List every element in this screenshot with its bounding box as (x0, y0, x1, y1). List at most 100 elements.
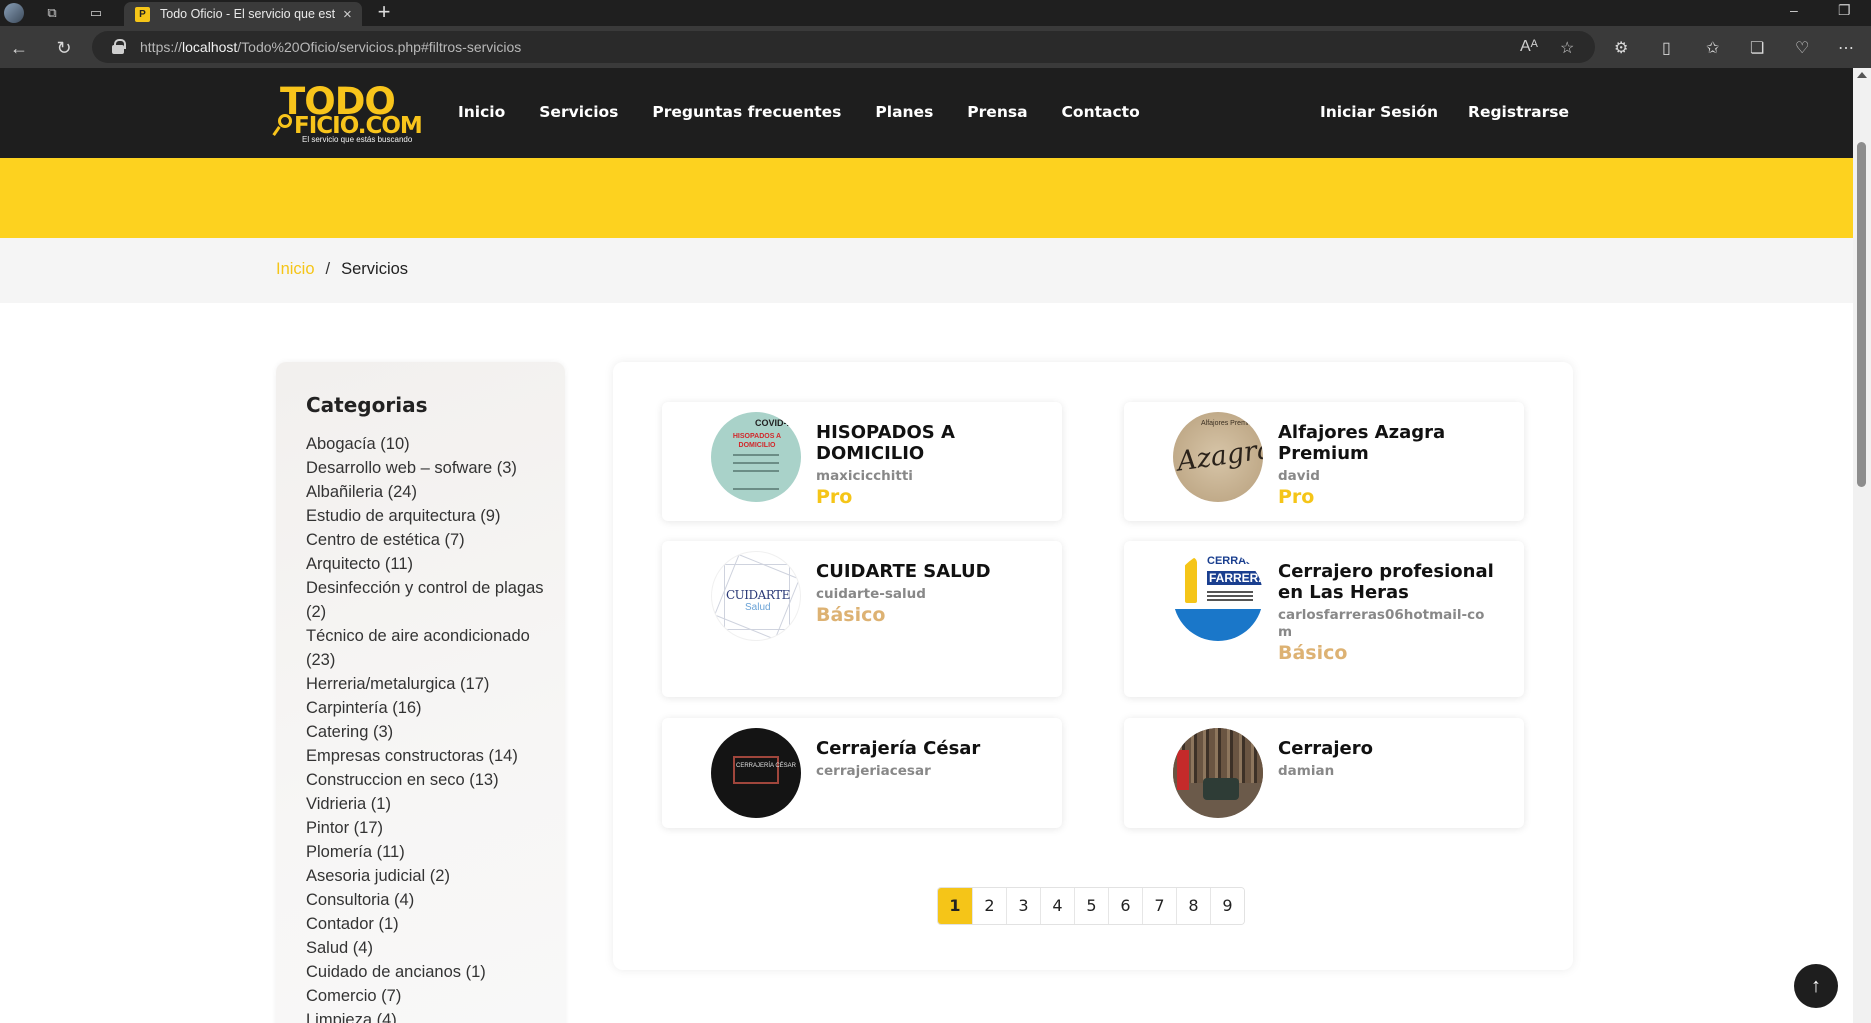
login-link[interactable]: Iniciar Sesión (1320, 103, 1438, 121)
nav-planes[interactable]: Planes (875, 103, 933, 121)
read-aloud-icon[interactable]: Aᴬ (1520, 38, 1538, 56)
category-item[interactable]: Técnico de aire acondicionado (23) (306, 624, 546, 672)
page-button[interactable]: 5 (1074, 888, 1108, 924)
service-user: cuidarte-salud (816, 586, 926, 602)
minimize-icon[interactable]: – (1790, 2, 1798, 18)
restore-icon[interactable]: ❐ (1838, 2, 1851, 19)
service-plan-badge: Básico (1278, 642, 1348, 664)
category-item[interactable]: Pintor (17) (306, 816, 546, 840)
nav-preguntas-frecuentes[interactable]: Preguntas frecuentes (652, 103, 841, 121)
page-button[interactable]: 2 (972, 888, 1006, 924)
service-title[interactable]: Alfajores Azagra Premium (1278, 422, 1498, 464)
service-card[interactable]: Cerrajero damian (1124, 718, 1524, 828)
page-button[interactable]: 7 (1142, 888, 1176, 924)
avatar-decor (1177, 750, 1189, 790)
service-title[interactable]: CUIDARTE SALUD (816, 561, 1036, 582)
category-item[interactable]: Albañileria (24) (306, 480, 546, 504)
services-panel: COVID-19 HISOPADOS A DOMICILIO HISOPADOS… (613, 362, 1573, 970)
more-menu-icon[interactable]: ⋯ (1838, 38, 1854, 58)
service-title[interactable]: Cerrajero (1278, 738, 1498, 759)
nav-contacto[interactable]: Contacto (1062, 103, 1140, 121)
category-item[interactable]: Arquitecto (11) (306, 552, 546, 576)
category-item[interactable]: Centro de estética (7) (306, 528, 546, 552)
category-item[interactable]: Asesoria judicial (2) (306, 864, 546, 888)
favorites-icon[interactable]: ✩ (1706, 38, 1719, 58)
category-item[interactable]: Herreria/metalurgica (17) (306, 672, 546, 696)
url-text[interactable]: https://localhost/Todo%20Oficio/servicio… (140, 39, 521, 55)
service-user: damian (1278, 763, 1335, 779)
avatar-label: CERRAJERIA (1207, 555, 1263, 567)
lock-icon[interactable] (112, 39, 126, 54)
avatar-decor (733, 470, 779, 472)
nav-servicios[interactable]: Servicios (539, 103, 618, 121)
service-card[interactable]: CERRAJERIA FARRERAS Cerrajero profesiona… (1124, 541, 1524, 697)
category-item[interactable]: Salud (4) (306, 936, 546, 960)
split-screen-icon[interactable]: ▯ (1662, 38, 1671, 58)
collections-icon[interactable]: ❏ (1750, 38, 1764, 58)
scroll-thumb[interactable] (1857, 142, 1866, 487)
breadcrumb-current: Servicios (341, 260, 409, 278)
page-button[interactable]: 4 (1040, 888, 1074, 924)
category-item[interactable]: Abogacía (10) (306, 432, 546, 456)
service-user: cerrajeriacesar (816, 763, 931, 779)
refresh-icon[interactable]: ↻ (53, 37, 75, 59)
browser-tab-active[interactable]: P Todo Oficio - El servicio que estás bu… (124, 2, 362, 26)
page-button[interactable]: 9 (1210, 888, 1244, 924)
category-item[interactable]: Desinfección y control de plagas (2) (306, 576, 546, 624)
service-card[interactable]: CUIDARTE Salud CUIDARTE SALUD cuidarte-s… (662, 541, 1062, 697)
extensions-icon[interactable]: ⚙ (1614, 38, 1628, 58)
magnifier-icon (278, 114, 292, 128)
avatar-sublabel: FARRERAS (1207, 571, 1263, 585)
category-item[interactable]: Limpieza (4) (306, 1008, 546, 1023)
avatar-label: CERRAJERÍA CÉSAR (736, 763, 797, 769)
category-item[interactable]: Contador (1) (306, 912, 546, 936)
register-link[interactable]: Registrarse (1468, 103, 1569, 121)
service-plan-badge: Básico (816, 604, 886, 626)
nav-prensa[interactable]: Prensa (967, 103, 1027, 121)
category-item[interactable]: Catering (3) (306, 720, 546, 744)
service-title[interactable]: Cerrajería César (816, 738, 1036, 759)
avatar-decor (733, 488, 779, 490)
category-item[interactable]: Empresas constructoras (14) (306, 744, 546, 768)
page-button[interactable]: 1 (938, 888, 972, 924)
service-plan-badge: Pro (816, 486, 853, 508)
category-item[interactable]: Estudio de arquitectura (9) (306, 504, 546, 528)
nav-inicio[interactable]: Inicio (458, 103, 505, 121)
category-item[interactable]: Desarrollo web – sofware (3) (306, 456, 546, 480)
service-card[interactable]: Alfajores Premium Azagra Alfajores Azagr… (1124, 402, 1524, 521)
service-user: david (1278, 468, 1320, 484)
category-item[interactable]: Carpintería (16) (306, 696, 546, 720)
service-card[interactable]: COVID-19 HISOPADOS A DOMICILIO HISOPADOS… (662, 402, 1062, 521)
service-avatar: CUIDARTE Salud (711, 551, 801, 641)
tab-actions-icon[interactable]: ▭ (86, 3, 106, 23)
favorite-star-icon[interactable]: ☆ (1560, 38, 1574, 58)
breadcrumb: Inicio / Servicios (276, 260, 408, 279)
scroll-up-arrow-icon[interactable] (1857, 72, 1867, 78)
category-item[interactable]: Vidrieria (1) (306, 792, 546, 816)
page-button[interactable]: 6 (1108, 888, 1142, 924)
avatar-decor (1173, 609, 1263, 641)
page-button[interactable]: 8 (1176, 888, 1210, 924)
back-icon[interactable]: ← (8, 37, 30, 59)
category-item[interactable]: Comercio (7) (306, 984, 546, 1008)
profile-icon[interactable] (4, 3, 24, 23)
service-info: Cerrajería César cerrajeriacesar (816, 738, 1036, 780)
page-scrollbar[interactable] (1853, 68, 1871, 1023)
service-title[interactable]: HISOPADOS A DOMICILIO (816, 422, 1036, 464)
back-to-top-button[interactable]: ↑ (1794, 964, 1838, 1008)
category-item[interactable]: Consultoria (4) (306, 888, 546, 912)
category-item[interactable]: Construccion en seco (13) (306, 768, 546, 792)
url-field[interactable]: https://localhost/Todo%20Oficio/servicio… (92, 31, 1595, 63)
avatar-decor (733, 454, 779, 456)
breadcrumb-home-link[interactable]: Inicio (276, 260, 315, 279)
browser-essentials-icon[interactable]: ♡ (1795, 38, 1809, 58)
service-title[interactable]: Cerrajero profesional en Las Heras (1278, 561, 1498, 603)
category-item[interactable]: Cuidado de ancianos (1) (306, 960, 546, 984)
page-button[interactable]: 3 (1006, 888, 1040, 924)
tab-close-icon[interactable]: × (343, 6, 352, 23)
service-card[interactable]: CERRAJERÍA CÉSAR Cerrajería César cerraj… (662, 718, 1062, 828)
new-tab-icon[interactable]: + (372, 0, 396, 26)
site-logo[interactable]: TODO FICIO.COM El servicio que estás bus… (272, 83, 430, 147)
category-item[interactable]: Plomería (11) (306, 840, 546, 864)
workspaces-icon[interactable]: ⧉ (42, 3, 62, 23)
